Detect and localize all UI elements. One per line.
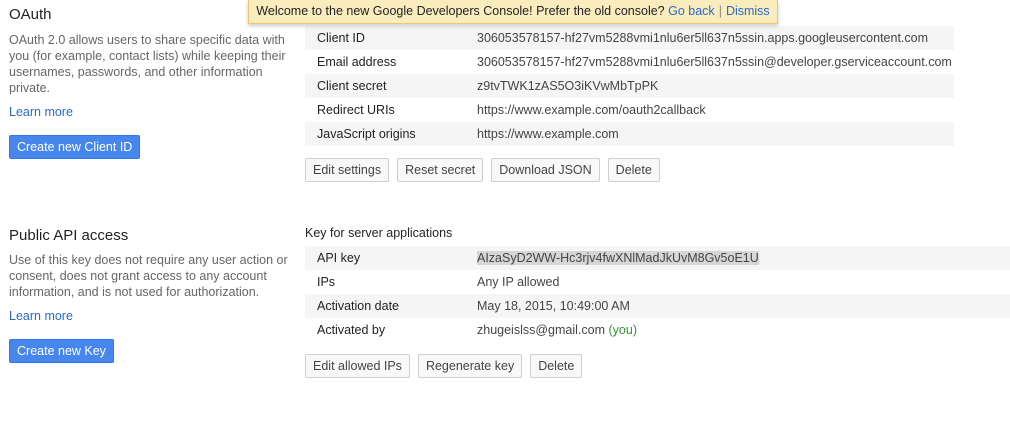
public-api-learn-more-link[interactable]: Learn more [9,309,73,323]
email-address-value: 306053578157-hf27vm5288vmi1nlu6er5ll637n… [477,55,952,69]
api-key-label: API key [305,246,477,270]
table-row: IPs Any IP allowed [305,270,1010,294]
api-key-details-table: API key AIzaSyD2WW-Hc3rjv4fwXNlMadJkUvM8… [305,246,1010,342]
key-type-title: Key for server applications [305,226,453,240]
email-address-label: Email address [317,55,397,69]
javascript-origins-value: https://www.example.com [477,122,954,146]
redirect-uris-label: Redirect URIs [317,103,395,117]
banner-message: Welcome to the new Google Developers Con… [256,4,665,18]
delete-key-button[interactable]: Delete [530,354,583,378]
you-indicator: (you) [608,323,637,337]
activated-by-label: Activated by [317,323,386,337]
activated-by-value: zhugeislss@gmail.com [477,323,606,337]
table-row: Activation date May 18, 2015, 10:49:00 A… [305,294,1010,318]
ips-value: Any IP allowed [477,275,560,289]
ips-label: IPs [317,275,336,289]
banner-separator: | [718,4,722,18]
javascript-origins-label: JavaScript origins [305,122,477,146]
create-client-id-button[interactable]: Create new Client ID [9,135,141,159]
redirect-uris-value: https://www.example.com/oauth2callback [477,103,706,117]
dismiss-link[interactable]: Dismiss [726,4,770,18]
activation-date-value: May 18, 2015, 10:49:00 AM [477,294,1010,318]
client-secret-value: z9tvTWK1zAS5O3iKVwMbTpPK [477,74,954,98]
table-row: Redirect URIs https://www.example.com/oa… [305,98,954,122]
create-key-button[interactable]: Create new Key [9,339,114,363]
activation-date-label: Activation date [305,294,477,318]
go-back-link[interactable]: Go back [668,4,715,18]
table-row: Client ID 306053578157-hf27vm5288vmi1nlu… [305,26,954,50]
oauth-details-table: Client ID 306053578157-hf27vm5288vmi1nlu… [305,26,954,146]
reset-secret-button[interactable]: Reset secret [397,158,484,182]
public-api-description: Use of this key does not require any use… [9,253,288,299]
oauth-title: OAuth [9,6,52,23]
oauth-learn-more-link[interactable]: Learn more [9,105,73,119]
table-row: Activated by zhugeislss@gmail.com (you) [305,318,1010,342]
api-key-value[interactable]: AIzaSyD2WW-Hc3rjv4fwXNlMadJkUvM8Gv5oE1U [477,251,759,265]
download-json-button[interactable]: Download JSON [491,158,600,182]
edit-allowed-ips-button[interactable]: Edit allowed IPs [305,354,410,378]
table-row: Client secret z9tvTWK1zAS5O3iKVwMbTpPK [305,74,954,98]
oauth-actions: Edit settings Reset secret Download JSON… [305,158,660,182]
client-id-value: 306053578157-hf27vm5288vmi1nlu6er5ll637n… [477,26,954,50]
table-row: Email address 306053578157-hf27vm5288vmi… [305,50,954,74]
public-api-title: Public API access [9,227,129,244]
client-secret-label: Client secret [305,74,477,98]
table-row: JavaScript origins https://www.example.c… [305,122,954,146]
oauth-description: OAuth 2.0 allows users to share specific… [9,33,286,95]
edit-settings-button[interactable]: Edit settings [305,158,390,182]
table-row: API key AIzaSyD2WW-Hc3rjv4fwXNlMadJkUvM8… [305,246,1010,270]
api-key-actions: Edit allowed IPs Regenerate key Delete [305,354,583,378]
delete-client-button[interactable]: Delete [607,158,660,182]
client-id-label: Client ID [305,26,477,50]
regenerate-key-button[interactable]: Regenerate key [417,354,523,378]
welcome-banner: Welcome to the new Google Developers Con… [248,0,778,24]
